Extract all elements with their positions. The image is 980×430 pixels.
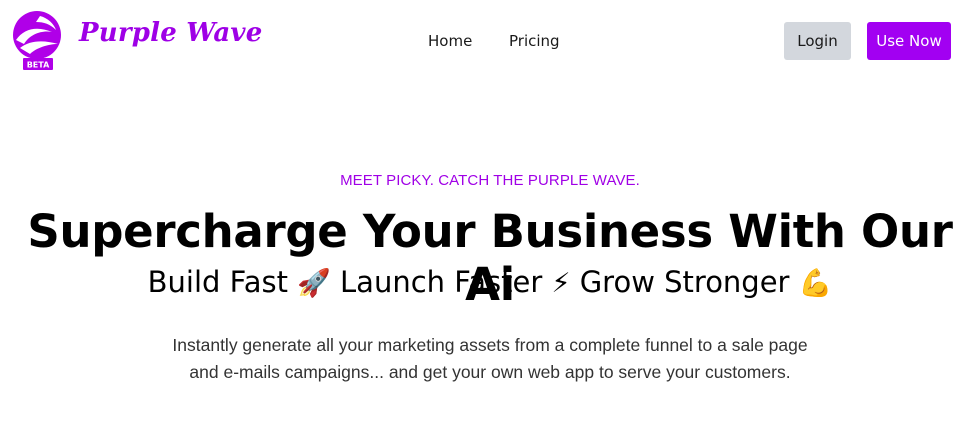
- sub-grow-stronger: Grow Stronger: [579, 265, 790, 299]
- hero-description: Instantly generate all your marketing as…: [172, 335, 808, 382]
- brand-name[interactable]: Purple Wave: [79, 18, 262, 48]
- purple-wave-logo-icon[interactable]: BETA: [12, 10, 66, 72]
- logo-graphic: BETA: [13, 11, 61, 70]
- sub-launch-faster: Launch Faster: [340, 265, 543, 299]
- beta-badge: BETA: [27, 61, 50, 70]
- flexed-biceps-icon: 💪: [798, 268, 833, 299]
- site-header: BETA Purple Wave Home Pricing Login Use …: [0, 0, 980, 84]
- hero-eyebrow: MEET PICKY. CATCH THE PURPLE WAVE.: [340, 172, 640, 189]
- nav-pricing[interactable]: Pricing: [509, 32, 560, 50]
- lightning-icon: ⚡: [551, 268, 571, 299]
- rocket-icon: 🚀: [297, 268, 331, 299]
- sub-build-fast: Build Fast: [147, 265, 288, 299]
- login-button[interactable]: Login: [784, 22, 851, 60]
- nav-home[interactable]: Home: [428, 32, 472, 50]
- hero-subheadline: Build Fast 🚀 Launch Faster ⚡ Grow Strong…: [0, 265, 980, 299]
- use-now-button[interactable]: Use Now: [867, 22, 951, 60]
